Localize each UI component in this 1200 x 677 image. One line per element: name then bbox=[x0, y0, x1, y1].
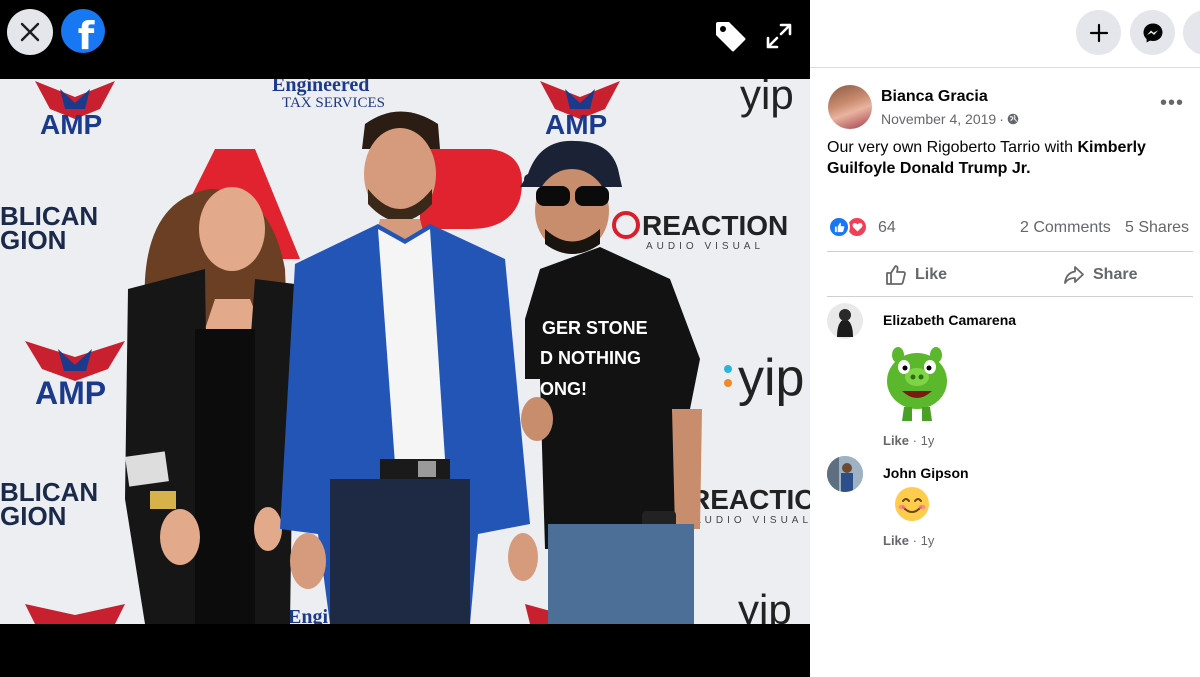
sponsor-yip: yip bbox=[738, 586, 792, 624]
create-button[interactable] bbox=[1076, 10, 1121, 55]
post-header: Bianca Gracia November 4, 2019 · ••• bbox=[828, 85, 1188, 135]
post-actions: Like Share bbox=[827, 251, 1193, 297]
author-avatar[interactable] bbox=[828, 85, 872, 129]
messenger-button[interactable] bbox=[1130, 10, 1175, 55]
post-panel: Bianca Gracia November 4, 2019 · ••• Our… bbox=[810, 0, 1200, 677]
comment-footer: Like · 1y bbox=[883, 433, 934, 448]
share-icon bbox=[1064, 266, 1084, 284]
svg-text:AUDIO VISUAL: AUDIO VISUAL bbox=[646, 241, 764, 252]
tag-icon bbox=[716, 22, 746, 52]
amp-logo-text: AMP bbox=[545, 109, 607, 140]
sponsor-reaction: REACTION AUDIO VISUAL bbox=[690, 484, 810, 526]
post-meta: November 4, 2019 · bbox=[881, 111, 1019, 127]
sponsor-yip: yip bbox=[738, 349, 804, 407]
svg-text:REACTION: REACTION bbox=[642, 210, 788, 241]
amp-logo-text: AMP bbox=[40, 109, 102, 140]
commenter-name[interactable]: Elizabeth Camarena bbox=[883, 312, 1016, 328]
sponsor-engineered-bottom: Engi bbox=[288, 606, 328, 624]
meta-separator: · bbox=[999, 111, 1004, 127]
svg-text:AUDIO VISUAL: AUDIO VISUAL bbox=[694, 515, 810, 526]
svg-text:REACTION: REACTION bbox=[690, 484, 810, 515]
post-date[interactable]: November 4, 2019 bbox=[881, 111, 996, 127]
plus-icon bbox=[1089, 23, 1108, 42]
comment-age[interactable]: 1y bbox=[921, 533, 935, 548]
comments-count[interactable]: 2 Comments bbox=[1020, 219, 1111, 237]
close-button[interactable] bbox=[7, 9, 53, 55]
commenter-avatar[interactable] bbox=[827, 303, 863, 339]
share-label: Share bbox=[1093, 266, 1138, 283]
comment-like-link[interactable]: Like bbox=[883, 433, 909, 448]
comment-age[interactable]: 1y bbox=[921, 433, 935, 448]
shares-count[interactable]: 5 Shares bbox=[1125, 219, 1189, 237]
fullscreen-button[interactable] bbox=[760, 17, 798, 55]
sponsor-republican-line2: GION bbox=[0, 501, 66, 531]
like-label: Like bbox=[915, 266, 948, 283]
share-button[interactable]: Share bbox=[1063, 259, 1137, 291]
sponsor-yip: yip bbox=[740, 79, 794, 118]
account-icon bbox=[1199, 29, 1200, 34]
comment-item: John Gipson Like · 1y bbox=[827, 456, 1193, 556]
tag-photo-button[interactable] bbox=[710, 16, 750, 56]
thumbs-up-icon bbox=[886, 265, 906, 285]
shirt-text-line1: GER STONE bbox=[542, 318, 648, 338]
smiling-emoji-icon bbox=[894, 486, 930, 522]
pig-sticker bbox=[882, 341, 952, 423]
comment-separator: · bbox=[912, 533, 917, 548]
like-reaction-icon bbox=[828, 216, 850, 238]
amp-logo-text: AMP bbox=[35, 375, 106, 411]
comment-like-link[interactable]: Like bbox=[883, 533, 909, 548]
facebook-logo-icon[interactable]: f bbox=[61, 9, 105, 53]
close-icon bbox=[20, 22, 40, 42]
reaction-count[interactable]: 64 bbox=[878, 219, 896, 237]
reaction-icons[interactable] bbox=[828, 216, 872, 238]
globe-icon bbox=[1007, 113, 1019, 125]
panel-topbar bbox=[810, 0, 1200, 68]
commenter-avatar[interactable] bbox=[827, 456, 863, 492]
post-text: Our very own Rigoberto Tarrio with Kimbe… bbox=[827, 137, 1189, 179]
viewer-topbar: f bbox=[0, 0, 810, 78]
comment-separator: · bbox=[912, 433, 917, 448]
comment-footer: Like · 1y bbox=[883, 533, 934, 548]
person-left bbox=[125, 187, 295, 624]
expand-icon bbox=[766, 23, 792, 49]
reactions-summary: 64 2 Comments 5 Shares bbox=[827, 214, 1193, 242]
facebook-logo-letter: f bbox=[77, 14, 95, 53]
sponsor-engineered: Engineered bbox=[272, 79, 369, 96]
account-button[interactable] bbox=[1183, 10, 1200, 55]
post-author[interactable]: Bianca Gracia bbox=[881, 88, 988, 106]
post-text-plain: Our very own Rigoberto Tarrio with bbox=[827, 139, 1078, 156]
like-button[interactable]: Like bbox=[885, 259, 947, 291]
sponsor-republican-line2: GION bbox=[0, 225, 66, 255]
photo-scene: AMP AMP AMP Engineered TAX SERVICES Engi… bbox=[0, 79, 810, 624]
photo-viewer: f AMP AMP AMP Engineered TAX SERVICES En… bbox=[0, 0, 810, 677]
post-photo: AMP AMP AMP Engineered TAX SERVICES Engi… bbox=[0, 79, 810, 624]
sponsor-tax-services: TAX SERVICES bbox=[282, 95, 385, 111]
post-options-button[interactable]: ••• bbox=[1156, 91, 1188, 115]
shirt-text-line3: ONG! bbox=[540, 379, 587, 399]
more-icon: ••• bbox=[1159, 91, 1184, 114]
messenger-icon bbox=[1143, 23, 1162, 42]
commenter-name[interactable]: John Gipson bbox=[883, 465, 969, 481]
shirt-text-line2: D NOTHING bbox=[540, 348, 641, 368]
comment-item: Elizabeth Camarena Like · 1y bbox=[827, 303, 1193, 453]
